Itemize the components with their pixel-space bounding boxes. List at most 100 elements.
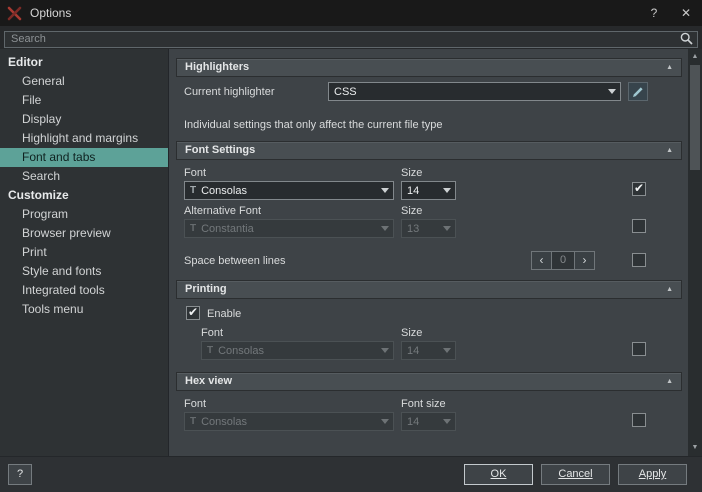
hex-view-checkbox[interactable] [632,413,646,427]
printing-font-size-select[interactable]: 14 [401,341,456,360]
individual-settings-note: Individual settings that only affect the… [184,119,442,132]
apply-button[interactable]: Apply [618,464,687,485]
sidebar-item-search[interactable]: Search [0,167,168,186]
pencil-icon [632,86,644,98]
section-title: Printing [185,283,227,295]
check-icon: ✔ [634,180,644,196]
section-title: Font Settings [185,144,255,156]
chevron-down-icon [377,413,393,430]
collapse-icon[interactable]: ▲ [666,281,673,298]
collapse-icon[interactable]: ▲ [666,373,673,390]
scroll-down-icon[interactable]: ▼ [688,441,702,455]
section-header-printing[interactable]: Printing ▲ [176,280,682,299]
sidebar-item-style-and-fonts[interactable]: Style and fonts [0,262,168,281]
alternative-font-size-value: 13 [407,223,419,235]
chevron-down-icon [377,220,393,237]
scroll-up-icon[interactable]: ▲ [688,50,702,64]
footer: ? OK Cancel Apply [0,456,702,492]
titlebar[interactable]: Options ? ✕ [0,0,702,26]
space-between-lines-value: 0 [552,251,574,270]
chevron-down-icon [604,83,620,100]
section-header-highlighters[interactable]: Highlighters ▲ [176,58,682,77]
sidebar-group-customize: Customize [0,186,168,205]
hex-font-value: Consolas [201,416,247,428]
collapse-icon[interactable]: ▲ [666,142,673,159]
search-bar [0,26,702,49]
printing-font-label: Font [201,327,223,340]
app-logo-icon [7,6,22,21]
increase-icon[interactable]: › [574,251,595,270]
sidebar-item-display[interactable]: Display [0,110,168,129]
section-header-font-settings[interactable]: Font Settings ▲ [176,141,682,160]
collapse-icon[interactable]: ▲ [666,59,673,76]
section-header-hex-view[interactable]: Hex view ▲ [176,372,682,391]
hex-font-size-select[interactable]: 14 [401,412,456,431]
font-value: Consolas [201,185,247,197]
sidebar-group-editor: Editor [0,53,168,72]
sidebar-item-tools-menu[interactable]: Tools menu [0,300,168,319]
chevron-down-icon [439,413,455,430]
current-highlighter-label: Current highlighter [184,86,275,99]
section-title: Hex view [185,375,232,387]
font-size-select[interactable]: 14 [401,181,456,200]
current-highlighter-select[interactable]: CSS [328,82,621,101]
settings-panel: Highlighters ▲ Current highlighter CSS I… [168,49,688,456]
scrollbar-thumb[interactable] [690,65,700,170]
window-title: Options [30,6,71,20]
alternative-font-checkbox[interactable] [632,219,646,233]
truetype-icon: T [207,345,213,356]
font-select[interactable]: T Consolas [184,181,394,200]
vertical-scrollbar[interactable]: ▲ ▼ [688,49,702,456]
chevron-down-icon [377,182,393,199]
alternative-font-value: Constantia [201,223,254,235]
alt-size-label: Size [401,205,422,218]
sidebar-item-integrated-tools[interactable]: Integrated tools [0,281,168,300]
size-label: Size [401,167,422,180]
hex-font-size-label: Font size [401,398,446,411]
decrease-icon[interactable]: ‹ [531,251,552,270]
chevron-down-icon [439,182,455,199]
current-highlighter-value: CSS [334,86,357,98]
sidebar-item-browser-preview[interactable]: Browser preview [0,224,168,243]
footer-help-button[interactable]: ? [8,464,32,485]
check-icon: ✔ [188,304,198,320]
close-icon[interactable]: ✕ [670,0,702,26]
cancel-button[interactable]: Cancel [541,464,610,485]
truetype-icon: T [190,223,196,234]
truetype-icon: T [190,416,196,427]
search-icon[interactable] [680,32,693,50]
printing-font-select[interactable]: T Consolas [201,341,394,360]
space-between-lines-label: Space between lines [184,255,286,268]
chevron-down-icon [439,220,455,237]
sidebar-item-program[interactable]: Program [0,205,168,224]
alternative-font-label: Alternative Font [184,205,261,218]
printing-enable-checkbox[interactable]: ✔ [186,306,200,320]
printing-size-label: Size [401,327,422,340]
hex-font-select[interactable]: T Consolas [184,412,394,431]
alternative-font-size-select[interactable]: 13 [401,219,456,238]
ok-button[interactable]: OK [464,464,533,485]
sidebar: Editor General File Display Highlight an… [0,49,168,456]
font-size-value: 14 [407,185,419,197]
titlebar-help-button[interactable]: ? [638,0,670,26]
printing-font-size-value: 14 [407,345,419,357]
font-checkbox[interactable]: ✔ [632,182,646,196]
printing-checkbox[interactable] [632,342,646,356]
printing-font-value: Consolas [218,345,264,357]
search-input[interactable] [4,31,698,48]
sidebar-item-general[interactable]: General [0,72,168,91]
hex-font-size-value: 14 [407,416,419,428]
truetype-icon: T [190,185,196,196]
sidebar-item-file[interactable]: File [0,91,168,110]
chevron-down-icon [439,342,455,359]
options-dialog: Options ? ✕ Editor General File Display … [0,0,702,492]
hex-font-label: Font [184,398,206,411]
alternative-font-select[interactable]: T Constantia [184,219,394,238]
edit-highlighter-button[interactable] [628,82,648,101]
chevron-down-icon [377,342,393,359]
sidebar-item-font-and-tabs[interactable]: Font and tabs [0,148,168,167]
space-between-lines-checkbox[interactable] [632,253,646,267]
section-title: Highlighters [185,61,249,73]
sidebar-item-print[interactable]: Print [0,243,168,262]
sidebar-item-highlight-and-margins[interactable]: Highlight and margins [0,129,168,148]
